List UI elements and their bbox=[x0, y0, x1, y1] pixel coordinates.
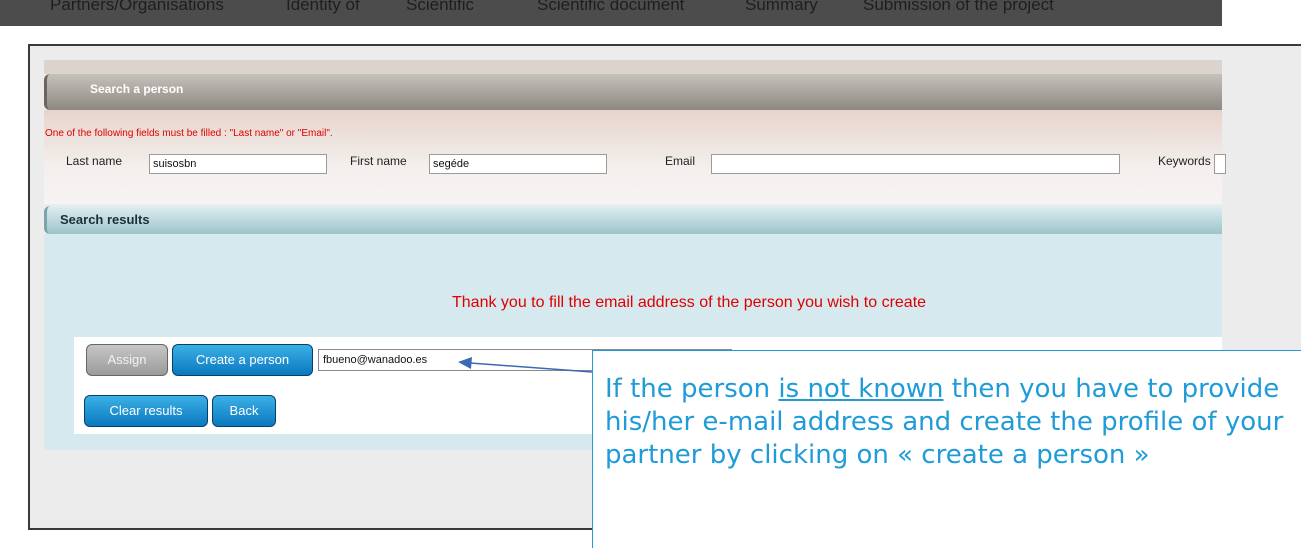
search-person-header: Search a person bbox=[44, 74, 1222, 110]
frame-top-strip bbox=[44, 60, 1222, 74]
keywords-label: Keywords bbox=[1158, 154, 1211, 168]
create-person-button[interactable]: Create a person bbox=[172, 344, 313, 376]
top-navigation-bar: Partners/Organisations Identity of Scien… bbox=[0, 0, 1222, 26]
email-search-input[interactable] bbox=[711, 154, 1120, 174]
callout-text: If the person is not known then you have… bbox=[605, 374, 1284, 470]
assign-button[interactable]: Assign bbox=[86, 344, 168, 376]
nav-tab-partners[interactable]: Partners/Organisations bbox=[50, 0, 224, 15]
fill-email-message: Thank you to fill the email address of t… bbox=[452, 294, 927, 311]
search-results-header: Search results bbox=[44, 206, 1222, 234]
clear-results-button[interactable]: Clear results bbox=[84, 395, 208, 427]
search-person-title: Search a person bbox=[90, 82, 184, 96]
nav-tab-submission[interactable]: Submission of the project bbox=[863, 0, 1054, 15]
email-label: Email bbox=[665, 154, 696, 168]
back-button[interactable]: Back bbox=[212, 395, 276, 427]
required-fields-warning: One of the following fields must be fill… bbox=[45, 128, 333, 139]
first-name-label: First name bbox=[350, 154, 407, 168]
nav-tab-scientific-document[interactable]: Scientific document bbox=[537, 0, 684, 15]
keywords-input[interactable] bbox=[1214, 154, 1226, 174]
last-name-input[interactable] bbox=[149, 154, 327, 174]
search-form-panel: One of the following fields must be fill… bbox=[44, 110, 1226, 204]
instruction-callout: If the person is not known then you have… bbox=[592, 350, 1301, 548]
callout-underlined-text: is not known bbox=[778, 374, 944, 404]
nav-tab-summary[interactable]: Summary bbox=[745, 0, 818, 15]
last-name-label: Last name bbox=[66, 154, 123, 168]
nav-tab-identity[interactable]: Identity of bbox=[286, 0, 360, 15]
search-results-title: Search results bbox=[60, 212, 150, 227]
first-name-input[interactable] bbox=[429, 154, 607, 174]
nav-tab-scientific[interactable]: Scientific bbox=[406, 0, 474, 15]
